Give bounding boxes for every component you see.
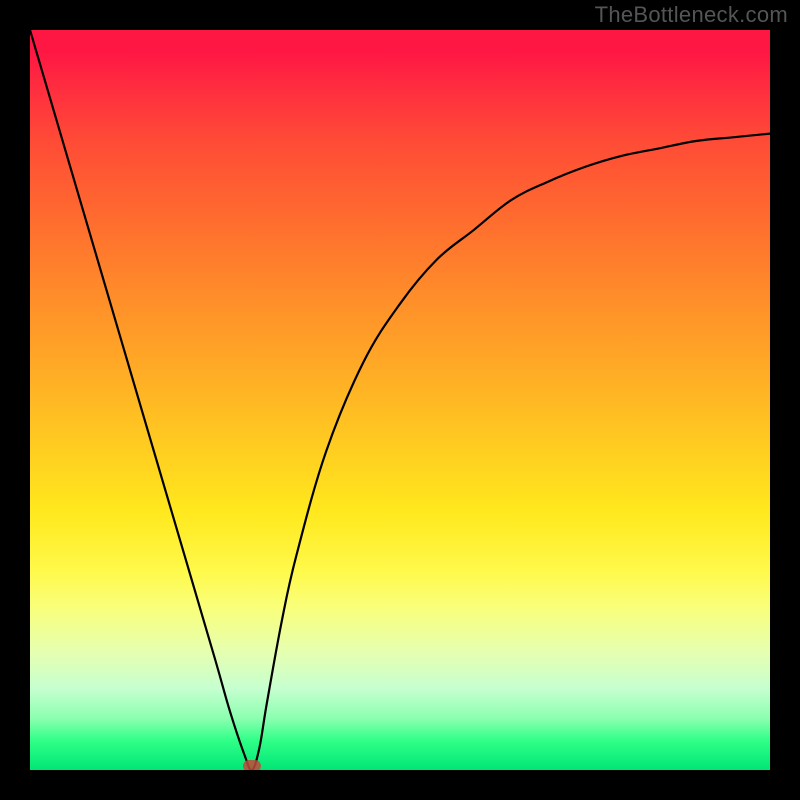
curve-path	[30, 30, 770, 770]
minimum-marker	[243, 760, 261, 770]
bottleneck-curve	[30, 30, 770, 770]
plot-area	[30, 30, 770, 770]
chart-frame: TheBottleneck.com	[0, 0, 800, 800]
watermark-text: TheBottleneck.com	[595, 2, 788, 28]
